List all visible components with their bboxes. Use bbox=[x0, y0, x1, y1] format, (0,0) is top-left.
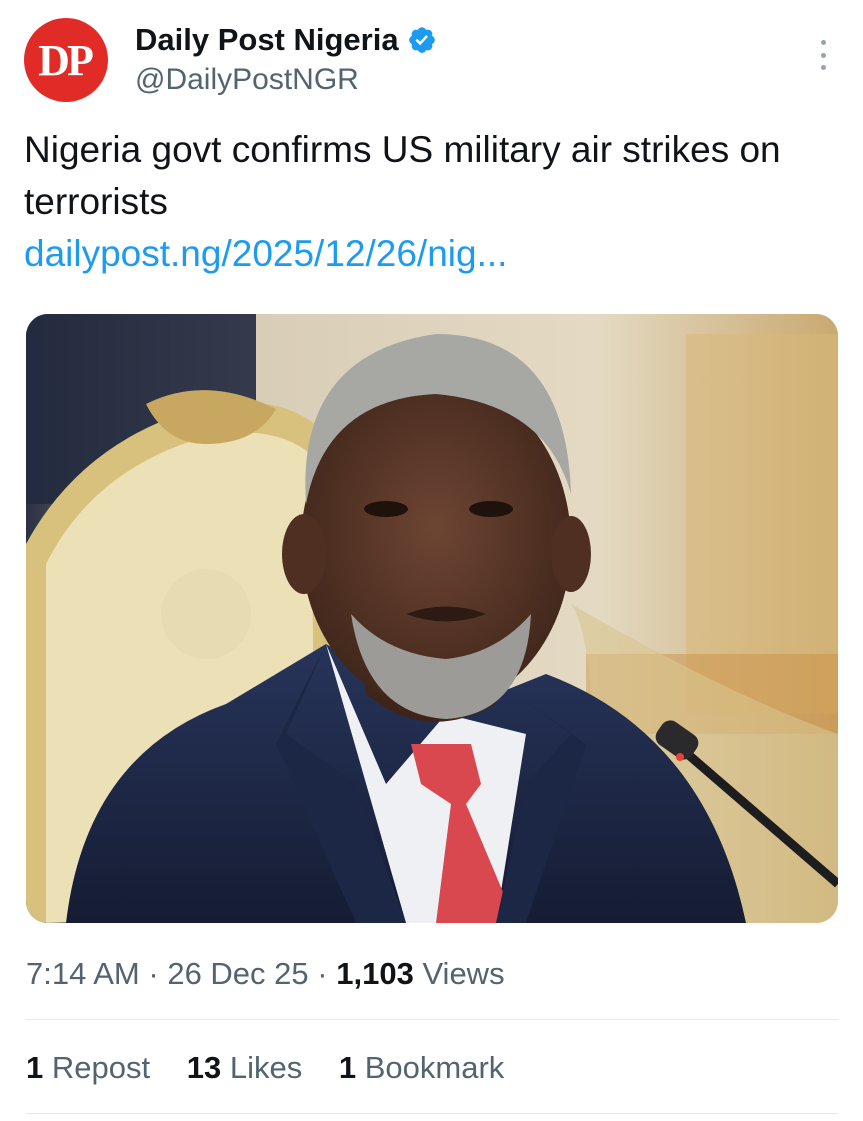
bookmarks-label: Bookmark bbox=[364, 1050, 505, 1085]
divider bbox=[26, 1019, 838, 1020]
tweet-stats: 1 Repost 13 Likes 1 Bookmark bbox=[26, 1046, 532, 1090]
tweet-link[interactable]: dailypost.ng/2025/12/26/nig... bbox=[24, 228, 839, 280]
views-count: 1,103 bbox=[336, 956, 414, 991]
more-options-icon[interactable] bbox=[817, 40, 829, 70]
divider bbox=[26, 1113, 838, 1114]
likes-label: Likes bbox=[229, 1050, 303, 1085]
tweet-header: DP Daily Post Nigeria @DailyPostNGR bbox=[24, 18, 839, 108]
photo-portrait bbox=[26, 314, 838, 923]
bookmarks-count: 1 bbox=[338, 1050, 357, 1085]
tweet-meta: 7:14 AM · 26 Dec 25 · 1,103 Views bbox=[26, 952, 505, 996]
meta-separator: · bbox=[148, 956, 159, 991]
account-handle[interactable]: @DailyPostNGR bbox=[135, 60, 437, 100]
display-name[interactable]: Daily Post Nigeria bbox=[135, 20, 399, 60]
views-label: Views bbox=[422, 956, 505, 991]
tweet-time[interactable]: 7:14 AM bbox=[26, 956, 140, 991]
reposts-count: 1 bbox=[26, 1050, 44, 1085]
bookmarks-stat[interactable]: 1 Bookmark bbox=[339, 1050, 504, 1085]
likes-stat[interactable]: 13 Likes bbox=[187, 1050, 302, 1085]
avatar[interactable]: DP bbox=[24, 18, 108, 102]
tweet-text: Nigeria govt confirms US military air st… bbox=[24, 129, 781, 222]
account-names: Daily Post Nigeria @DailyPostNGR bbox=[135, 20, 437, 100]
verified-badge-icon bbox=[408, 27, 435, 53]
reposts-label: Repost bbox=[51, 1050, 151, 1085]
display-name-row[interactable]: Daily Post Nigeria bbox=[135, 20, 437, 60]
avatar-logo-text: DP bbox=[38, 35, 94, 85]
tweet-body: Nigeria govt confirms US military air st… bbox=[24, 124, 839, 280]
tweet-date[interactable]: 26 Dec 25 bbox=[167, 956, 308, 991]
tweet-image[interactable] bbox=[26, 314, 838, 923]
meta-separator: · bbox=[317, 956, 328, 991]
likes-count: 13 bbox=[186, 1050, 222, 1085]
reposts-stat[interactable]: 1 Repost bbox=[26, 1050, 150, 1085]
